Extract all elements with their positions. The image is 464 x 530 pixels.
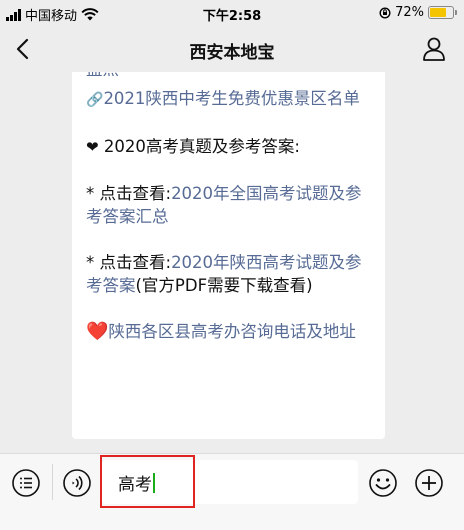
battery-percent: 72% — [395, 5, 424, 20]
chat-screen: 中国移动 下午2:58 72% 西安本地宝 🔗2021陕西中考生免费优惠景区名单… — [0, 0, 464, 530]
item-prefix: * 点击查看: — [86, 184, 172, 203]
status-right: 72% — [379, 5, 457, 20]
section-heading: ❤ 2020高考真题及参考答案: — [86, 135, 371, 159]
link-scenic-spots[interactable]: 2021陕西中考生免费优惠景区名单 — [103, 89, 360, 108]
heart-icon: ❤ — [86, 138, 99, 156]
message-bubble: 盘点 🔗2021陕西中考生免费优惠景区名单 ❤ 2020高考真题及参考答案: *… — [72, 72, 385, 439]
chat-title: 西安本地宝 — [189, 43, 275, 63]
chat-header: 西安本地宝 — [0, 26, 464, 72]
list-item: * 点击查看:2020年陕西高考试题及参考答案(官方PDF需要下载查看) — [86, 251, 371, 297]
status-bar: 中国移动 下午2:58 72% — [0, 0, 464, 26]
profile-icon[interactable] — [422, 36, 446, 62]
menu-list-icon[interactable] — [11, 468, 41, 498]
input-divider — [52, 464, 53, 500]
voice-icon[interactable] — [62, 468, 92, 498]
emoji-icon[interactable] — [368, 468, 398, 498]
item-note: (官方PDF需要下载查看) — [135, 276, 313, 295]
link-item-scenic[interactable]: 🔗2021陕西中考生免费优惠景区名单 — [86, 87, 371, 112]
battery-icon — [428, 6, 457, 19]
bottom-strip — [0, 513, 464, 530]
link-item-contacts[interactable]: ❤️陕西各区县高考办咨询电话及地址 — [86, 320, 371, 343]
section-heading-text: 2020高考真题及参考答案: — [103, 137, 300, 156]
rotation-lock-icon — [379, 6, 391, 19]
link-exam-office-contacts[interactable]: 陕西各区县高考办咨询电话及地址 — [108, 322, 356, 341]
chat-area[interactable]: 盘点 🔗2021陕西中考生免费优惠景区名单 ❤ 2020高考真题及参考答案: *… — [0, 72, 464, 453]
input-bar: 高考 — [0, 453, 464, 513]
link-icon: 🔗 — [86, 92, 104, 108]
item-prefix: * 点击查看: — [86, 253, 172, 272]
heart-icon: ❤️ — [86, 321, 109, 342]
plus-icon[interactable] — [414, 468, 444, 498]
list-item: * 点击查看:2020年全国高考试题及参考答案汇总 — [86, 182, 371, 228]
highlight-box — [100, 455, 195, 508]
